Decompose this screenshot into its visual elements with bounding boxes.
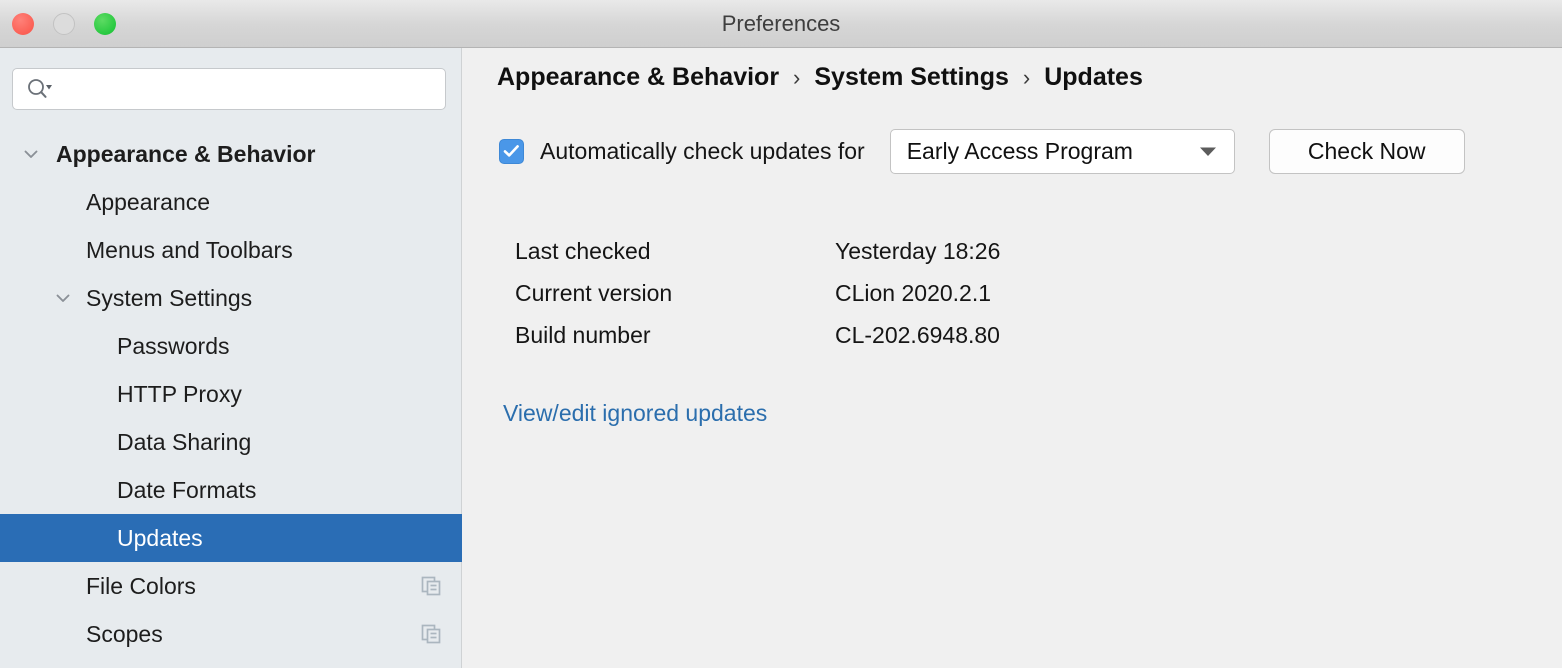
info-value: CL-202.6948.80 <box>835 321 1000 348</box>
chevron-down-icon[interactable] <box>20 143 42 165</box>
info-row: Current version CLion 2020.2.1 <box>515 272 1000 314</box>
sidebar-item-data-sharing[interactable]: Data Sharing <box>0 418 462 466</box>
sidebar-item-label: Updates <box>117 524 203 551</box>
sidebar-item-system-settings[interactable]: System Settings <box>0 274 462 322</box>
chevron-down-icon[interactable] <box>52 287 74 309</box>
checkmark-icon <box>503 145 519 157</box>
sidebar-item-menus-and-toolbars[interactable]: Menus and Toolbars <box>0 226 462 274</box>
breadcrumb: Appearance & Behavior › System Settings › Up… <box>497 63 1143 92</box>
info-value: Yesterday 18:26 <box>835 237 1001 264</box>
sidebar-item-passwords[interactable]: Passwords <box>0 322 462 370</box>
sidebar-item-label: Appearance & Behavior <box>56 140 316 167</box>
sidebar-item-label: Date Formats <box>117 476 257 503</box>
sidebar-item-file-colors[interactable]: File Colors <box>0 562 462 610</box>
update-channel-value: Early Access Program <box>906 137 1133 164</box>
search-field-wrapper <box>12 68 446 110</box>
window-titlebar: Preferences <box>0 0 1562 48</box>
sidebar-item-label: Data Sharing <box>117 428 252 455</box>
breadcrumb-separator: › <box>793 64 801 90</box>
info-value: CLion 2020.2.1 <box>835 279 992 306</box>
info-key: Build number <box>515 321 651 348</box>
sidebar-item-label: Appearance <box>86 188 211 215</box>
breadcrumb-item[interactable]: Appearance & Behavior <box>497 63 779 92</box>
sidebar-item-label: HTTP Proxy <box>117 380 242 407</box>
sidebar-item-label: Scopes <box>86 620 163 647</box>
copy-icon[interactable] <box>420 623 442 645</box>
sidebar-item-updates[interactable]: Updates <box>0 514 462 562</box>
search-field[interactable] <box>12 68 446 110</box>
window-title: Preferences <box>721 11 841 36</box>
breadcrumb-item[interactable]: Updates <box>1044 63 1143 92</box>
preferences-window: Preferences Appearance & Behavior Appeara… <box>0 0 1562 668</box>
auto-check-row: Automatically check updates for Early Ac… <box>499 128 1465 174</box>
info-key: Current version <box>515 279 673 306</box>
search-input[interactable] <box>63 69 445 109</box>
auto-check-label: Automatically check updates for <box>540 137 865 164</box>
info-row: Build number CL-202.6948.80 <box>515 314 1000 356</box>
sidebar-item-label: Passwords <box>117 332 230 359</box>
sidebar-item-label: System Settings <box>86 284 253 311</box>
settings-sidebar: Appearance & Behavior Appearance Menus and… <box>0 48 462 668</box>
breadcrumb-separator: › <box>1022 64 1031 90</box>
info-row: Last checked Yesterday 18:26 <box>515 230 1000 272</box>
breadcrumb-item[interactable]: System Settings <box>814 63 1009 92</box>
info-key: Last checked <box>515 237 651 264</box>
sidebar-item-label: Menus and Toolbars <box>86 236 293 263</box>
sidebar-item-appearance[interactable]: Appearance <box>0 178 462 226</box>
chevron-down-icon <box>1198 145 1218 157</box>
check-now-label: Check Now <box>1307 137 1426 164</box>
view-edit-ignored-updates-link[interactable]: View/edit ignored updates <box>503 400 767 427</box>
search-icon <box>27 78 53 100</box>
copy-icon[interactable] <box>420 575 442 597</box>
update-channel-select[interactable]: Early Access Program <box>889 128 1235 174</box>
sidebar-item-scopes[interactable]: Scopes <box>0 610 462 658</box>
sidebar-item-date-formats[interactable]: Date Formats <box>0 466 462 514</box>
sidebar-item-label: File Colors <box>86 572 196 599</box>
update-info-table: Last checked Yesterday 18:26 Current versi… <box>515 230 1000 356</box>
settings-content-pane: Appearance & Behavior › System Settings › Up… <box>463 48 1562 668</box>
settings-tree: Appearance & Behavior Appearance Menus and… <box>0 130 462 658</box>
sidebar-item-appearance-behavior[interactable]: Appearance & Behavior <box>0 130 462 178</box>
auto-check-checkbox[interactable] <box>499 138 524 164</box>
sidebar-item-http-proxy[interactable]: HTTP Proxy <box>0 370 462 418</box>
check-now-button[interactable]: Check Now <box>1268 128 1465 174</box>
